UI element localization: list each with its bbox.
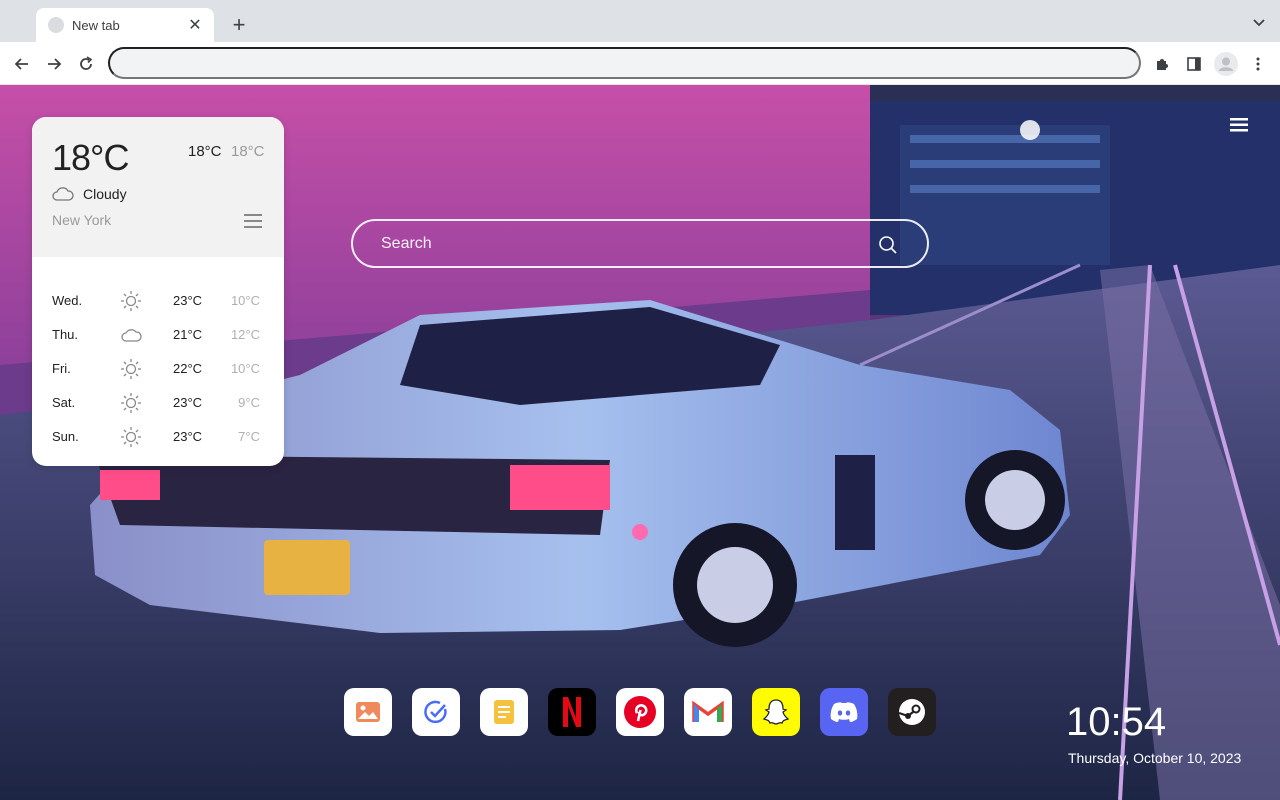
forecast-low: 10°C	[230, 361, 260, 376]
tasks-app-button[interactable]	[412, 688, 460, 736]
image-icon	[356, 702, 380, 722]
hamburger-menu-icon[interactable]	[1229, 117, 1249, 133]
weather-city: New York	[52, 212, 112, 228]
search-input[interactable]	[381, 233, 861, 255]
forecast-high: 21°C	[173, 327, 203, 342]
kebab-menu-icon	[1256, 57, 1260, 71]
current-temperature: 18°C	[52, 137, 129, 178]
forecast-row: Fri. 22°C 10°C	[32, 351, 284, 385]
puzzle-icon	[1157, 59, 1168, 70]
weather-current: 18°C 18°C 18°C Cloudy New York	[32, 117, 284, 257]
tab-title: New tab	[72, 17, 120, 33]
reload-button[interactable]	[72, 50, 100, 78]
reload-icon	[80, 56, 93, 70]
netflix-icon	[563, 697, 581, 727]
forecast-row: Sat. 23°C 9°C	[32, 385, 284, 419]
forecast-high: 23°C	[173, 395, 203, 410]
snapchat-app-button[interactable]	[752, 688, 800, 736]
forecast-low: 10°C	[230, 293, 260, 308]
forward-button[interactable]	[40, 50, 68, 78]
weather-widget: 18°C 18°C 18°C Cloudy New York Wed. 23°C…	[32, 117, 284, 466]
menu-button[interactable]	[1244, 50, 1272, 78]
tab-strip: New tab ✕ +	[0, 0, 1280, 42]
search-box	[351, 219, 929, 268]
weather-forecast: Wed. 23°C 10°C Thu. 21°C 12°C Fri. 22°C …	[32, 257, 284, 453]
sun-icon	[120, 392, 142, 414]
today-low: 18°C	[231, 143, 265, 160]
side-panel-icon	[1187, 57, 1201, 71]
forecast-high: 23°C	[173, 429, 203, 444]
steam-app-button[interactable]	[888, 688, 936, 736]
discord-app-button[interactable]	[820, 688, 868, 736]
forecast-day: Fri.	[52, 361, 71, 376]
tab-new-tab[interactable]: New tab ✕	[36, 8, 214, 42]
gallery-app-button[interactable]	[344, 688, 392, 736]
discord-icon	[830, 702, 858, 722]
extensions-button[interactable]	[1148, 50, 1176, 78]
sun-icon	[120, 426, 142, 448]
ghost-icon	[762, 699, 790, 725]
new-tab-button[interactable]: +	[226, 12, 252, 38]
forecast-row: Wed. 23°C 10°C	[32, 283, 284, 317]
steam-icon	[898, 699, 925, 725]
forecast-low: 12°C	[230, 327, 260, 342]
forecast-low: 9°C	[238, 395, 260, 410]
forecast-day: Sat.	[52, 395, 76, 410]
clock-time: 10:54	[1066, 700, 1167, 744]
forecast-day: Sun.	[52, 429, 79, 444]
forecast-low: 7°C	[238, 429, 260, 444]
check-circle-icon	[424, 700, 447, 724]
profile-button[interactable]	[1212, 50, 1240, 78]
weather-menu-icon[interactable]	[244, 213, 262, 229]
forecast-day: Wed.	[52, 293, 83, 308]
arrow-left-icon	[14, 58, 28, 70]
browser-toolbar	[0, 42, 1280, 85]
forecast-row: Sun. 23°C 7°C	[32, 419, 284, 453]
today-high: 18°C	[188, 143, 222, 160]
netflix-app-button[interactable]	[548, 688, 596, 736]
sun-icon	[120, 358, 142, 380]
sun-icon	[120, 290, 142, 312]
forecast-high: 23°C	[173, 293, 203, 308]
forecast-high: 22°C	[173, 361, 203, 376]
chevron-down-icon[interactable]	[1250, 14, 1268, 32]
forecast-row: Thu. 21°C 12°C	[32, 317, 284, 351]
app-dock	[344, 688, 936, 736]
avatar-icon	[1214, 52, 1238, 76]
close-tab-icon[interactable]: ✕	[186, 16, 204, 34]
back-button[interactable]	[8, 50, 36, 78]
favicon-icon	[48, 17, 64, 33]
cloud-icon	[52, 185, 74, 201]
address-bar[interactable]	[108, 47, 1141, 79]
notes-app-button[interactable]	[480, 688, 528, 736]
cloud-icon	[120, 324, 142, 346]
search-icon[interactable]	[878, 235, 898, 255]
gmail-app-button[interactable]	[684, 688, 732, 736]
pinterest-icon	[624, 696, 656, 728]
side-panel-button[interactable]	[1180, 50, 1208, 78]
notes-icon	[494, 700, 514, 724]
gmail-icon	[692, 700, 724, 722]
pinterest-app-button[interactable]	[616, 688, 664, 736]
clock-date: Thursday, October 10, 2023	[1068, 750, 1242, 766]
weather-condition: Cloudy	[83, 186, 127, 202]
arrow-right-icon	[48, 58, 62, 70]
forecast-day: Thu.	[52, 327, 79, 342]
